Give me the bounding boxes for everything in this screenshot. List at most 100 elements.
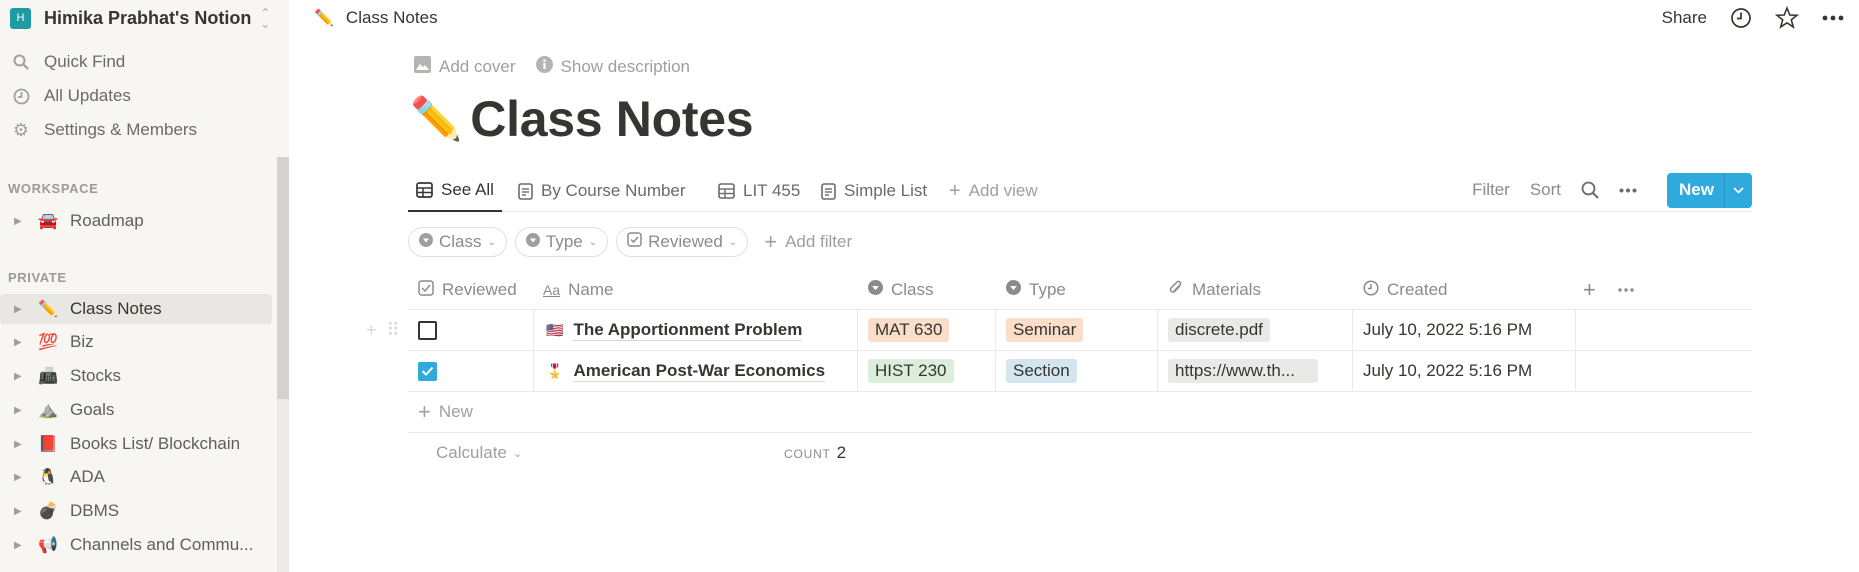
- bomb-icon: 💣: [38, 503, 58, 520]
- select-icon: [868, 280, 883, 300]
- sidebar-item-class-notes[interactable]: ▶ ✏️ Class Notes: [0, 294, 272, 324]
- tab-lit-455[interactable]: LIT 455: [710, 170, 808, 212]
- share-button[interactable]: Share: [1662, 8, 1707, 28]
- class-cell[interactable]: HIST 230: [858, 351, 996, 391]
- tab-by-course-number[interactable]: By Course Number: [510, 170, 694, 212]
- medal-icon: 🎖️: [546, 362, 564, 379]
- search-icon: [10, 54, 32, 70]
- sort-button[interactable]: Sort: [1530, 180, 1561, 200]
- created-cell: July 10, 2022 5:16 PM: [1353, 310, 1576, 350]
- filter-pill-type[interactable]: Type ⌄: [514, 227, 609, 257]
- column-header-type[interactable]: Type: [1006, 270, 1066, 310]
- add-cover-button[interactable]: Add cover: [414, 56, 516, 78]
- expand-triangle-icon[interactable]: ▶: [14, 506, 24, 517]
- type-cell[interactable]: Seminar: [996, 310, 1158, 350]
- sidebar-all-updates[interactable]: All Updates: [10, 82, 131, 110]
- tab-see-all[interactable]: See All: [408, 170, 502, 212]
- filter-bar: Class ⌄ Type ⌄ Reviewed ⌄ + Add filter: [408, 227, 852, 257]
- plus-icon[interactable]: +: [366, 320, 377, 341]
- sidebar-item-roadmap[interactable]: ▶ 🚘 Roadmap: [0, 206, 272, 236]
- table-row[interactable]: + ⠿ 🇺🇸 The Apportionment Problem MAT 630…: [366, 310, 1752, 351]
- topbar-actions: Share: [1662, 4, 1845, 32]
- materials-cell[interactable]: https://www.th...: [1158, 351, 1353, 391]
- column-more-icon[interactable]: [1618, 270, 1634, 310]
- add-filter-button[interactable]: + Add filter: [764, 231, 852, 253]
- sidebar-item-books-list[interactable]: ▶ 📕 Books List/ Blockchain: [0, 429, 272, 459]
- star-icon[interactable]: [1775, 6, 1799, 30]
- sidebar-item-stocks[interactable]: ▶ 📠 Stocks: [0, 361, 272, 391]
- chevron-up-down-icon: ⌃ ⌃: [260, 6, 271, 30]
- column-header-created[interactable]: Created: [1363, 270, 1447, 310]
- column-header-class[interactable]: Class: [868, 270, 934, 310]
- calculate-dropdown[interactable]: Calculate ⌄: [436, 443, 522, 463]
- more-icon[interactable]: [1821, 6, 1845, 30]
- tab-simple-list[interactable]: Simple List: [813, 170, 935, 212]
- clock-icon[interactable]: [1729, 6, 1753, 30]
- reviewed-cell[interactable]: [408, 351, 534, 391]
- more-icon[interactable]: [1619, 188, 1637, 193]
- new-button-group: New: [1667, 172, 1752, 208]
- table-row[interactable]: 🎖️ American Post-War Economics HIST 230 …: [408, 351, 1752, 392]
- show-description-button[interactable]: Show description: [535, 56, 690, 78]
- sidebar-scrollbar-thumb[interactable]: [277, 157, 289, 399]
- reviewed-cell[interactable]: [408, 310, 534, 350]
- row-title[interactable]: The Apportionment Problem: [573, 320, 803, 341]
- megaphone-icon: 📢: [38, 537, 58, 554]
- column-header-materials[interactable]: Materials: [1168, 270, 1261, 310]
- expand-triangle-icon[interactable]: ▶: [14, 216, 24, 227]
- sidebar-item-ada[interactable]: ▶ 🐧 ADA: [0, 462, 272, 492]
- class-cell[interactable]: MAT 630: [858, 310, 996, 350]
- count-summary[interactable]: COUNT 2: [784, 443, 846, 463]
- drag-handle-icon[interactable]: ⠿: [387, 320, 400, 341]
- table-header: Reviewed Aa Name Class Type Materials Cr…: [408, 270, 1752, 310]
- table-icon: [416, 182, 433, 198]
- add-view-button[interactable]: + Add view: [941, 170, 1046, 212]
- materials-cell[interactable]: discrete.pdf: [1158, 310, 1353, 350]
- row-title[interactable]: American Post-War Economics: [573, 361, 826, 382]
- row-handle[interactable]: + ⠿: [366, 320, 400, 341]
- expand-triangle-icon[interactable]: ▶: [14, 540, 24, 551]
- table-icon: [718, 183, 735, 199]
- name-cell[interactable]: 🎖️ American Post-War Economics: [534, 351, 858, 391]
- add-row-button[interactable]: + New: [408, 392, 1752, 433]
- clock-icon: [1363, 279, 1379, 301]
- new-button[interactable]: New: [1667, 173, 1724, 208]
- pencil-icon[interactable]: ✏️: [410, 95, 462, 144]
- breadcrumb[interactable]: ✏️ Class Notes: [314, 6, 438, 30]
- filter-pill-reviewed[interactable]: Reviewed ⌄: [616, 227, 749, 257]
- created-cell: July 10, 2022 5:16 PM: [1353, 351, 1576, 391]
- column-header-reviewed[interactable]: Reviewed: [418, 270, 517, 310]
- sidebar-item-goals[interactable]: ▶ ⛰️ Goals: [0, 395, 272, 425]
- filter-pill-class[interactable]: Class ⌄: [408, 227, 507, 257]
- column-header-name[interactable]: Aa Name: [543, 270, 613, 310]
- expand-triangle-icon[interactable]: ▶: [14, 371, 24, 382]
- page-title[interactable]: Class Notes: [470, 90, 753, 148]
- expand-triangle-icon[interactable]: ▶: [14, 405, 24, 416]
- sidebar-quick-find[interactable]: Quick Find: [10, 48, 125, 76]
- file-chip[interactable]: discrete.pdf: [1168, 318, 1270, 342]
- section-label-private: PRIVATE: [8, 270, 67, 285]
- reviewed-checkbox[interactable]: [418, 361, 437, 381]
- expand-triangle-icon[interactable]: ▶: [14, 439, 24, 450]
- sidebar-settings-members[interactable]: ⚙ Settings & Members: [10, 116, 197, 144]
- page-title-row: ✏️ Class Notes: [410, 90, 754, 148]
- name-cell[interactable]: 🇺🇸 The Apportionment Problem: [534, 310, 858, 350]
- expand-triangle-icon[interactable]: ▶: [14, 337, 24, 348]
- count-label: COUNT: [784, 447, 831, 461]
- clock-icon: [10, 88, 32, 105]
- add-column-button[interactable]: +: [1583, 270, 1596, 310]
- plus-icon: +: [418, 399, 431, 424]
- sidebar-item-biz[interactable]: ▶ 💯 Biz: [0, 327, 272, 357]
- reviewed-checkbox[interactable]: [418, 320, 437, 340]
- search-icon[interactable]: [1581, 181, 1599, 199]
- type-cell[interactable]: Section: [996, 351, 1158, 391]
- link-chip[interactable]: https://www.th...: [1168, 359, 1318, 383]
- filter-button[interactable]: Filter: [1472, 180, 1510, 200]
- workspace-switcher[interactable]: H Himika Prabhat's Notion ⌃ ⌃: [10, 6, 270, 30]
- expand-triangle-icon[interactable]: ▶: [14, 304, 24, 315]
- expand-triangle-icon[interactable]: ▶: [14, 472, 24, 483]
- list-icon: [821, 182, 836, 200]
- chevron-down-icon[interactable]: [1724, 172, 1752, 208]
- sidebar-item-dbms[interactable]: ▶ 💣 DBMS: [0, 496, 272, 526]
- sidebar-item-channels[interactable]: ▶ 📢 Channels and Commu...: [0, 530, 272, 560]
